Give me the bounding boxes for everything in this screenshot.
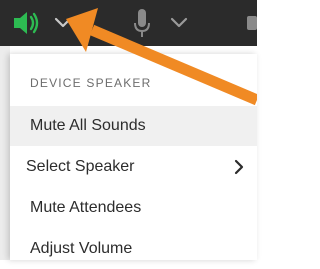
menu-item-label: Select Speaker: [26, 158, 135, 175]
mute-attendees-item[interactable]: Mute Attendees: [10, 188, 257, 228]
partial-toolbar-icon[interactable]: [243, 0, 257, 46]
menu-header: DEVICE SPEAKER: [30, 76, 152, 90]
select-speaker-item[interactable]: Select Speaker: [10, 147, 257, 187]
menu-item-label: Mute All Sounds: [30, 117, 146, 134]
meeting-toolbar: [0, 0, 257, 46]
microphone-icon[interactable]: [130, 0, 154, 46]
speaker-dropdown-menu: DEVICE SPEAKER Mute All Sounds Select Sp…: [10, 54, 257, 260]
adjust-volume-item[interactable]: Adjust Volume: [10, 229, 257, 269]
mic-dropdown-chevron-down-icon[interactable]: [168, 0, 190, 46]
speaker-on-icon[interactable]: [10, 0, 42, 46]
speaker-dropdown-chevron-down-icon[interactable]: [52, 0, 74, 46]
background-panel: [0, 46, 10, 260]
menu-item-label: Adjust Volume: [30, 240, 133, 257]
mute-all-sounds-item[interactable]: Mute All Sounds: [10, 106, 257, 146]
menu-item-label: Mute Attendees: [30, 199, 142, 216]
chevron-right-icon: [234, 159, 244, 175]
